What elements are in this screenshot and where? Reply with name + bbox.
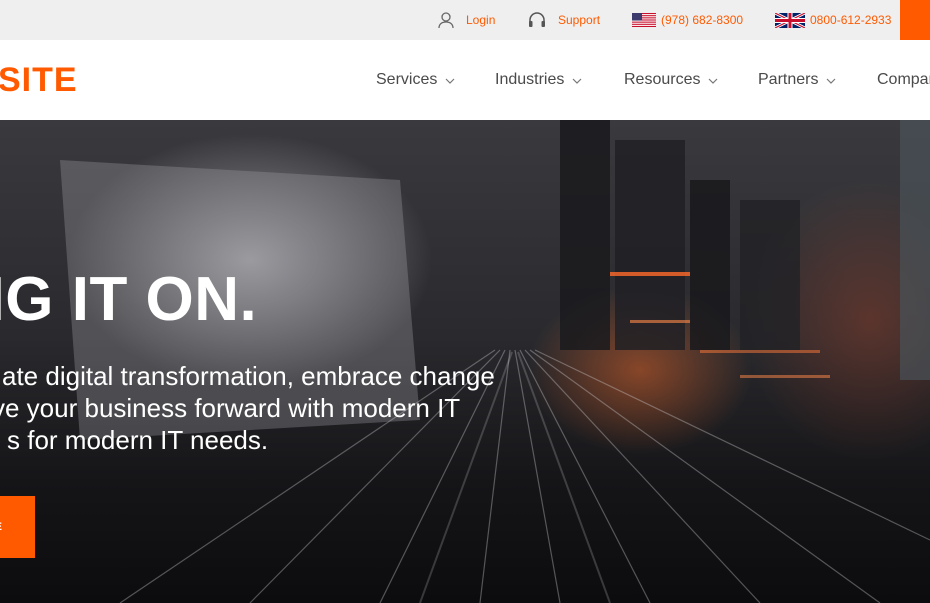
main-header: SITE Services Industries Resources Partn… [0,40,930,120]
site-logo[interactable]: SITE [0,62,78,98]
support-label: Support [558,13,601,27]
uk-flag-icon [775,12,805,28]
hero-banner: NG IT ON. ate digital transformation, em… [0,120,930,603]
phone-uk-number: 0800-612-2933 [810,13,892,27]
phone-us-link[interactable]: (978) 682-8300 [632,0,743,40]
hero-cta-label: E [0,521,2,533]
nav-company-label: Compar [877,71,930,88]
chevron-down-icon [826,71,836,89]
hero-subtitle-line: ate digital transformation, embrace chan… [2,361,495,391]
phone-uk-link[interactable]: 0800-612-2933 [775,0,891,40]
nav-resources[interactable]: Resources [624,40,718,120]
top-utility-bar: Login Support (978) 682-8300 0800-612-29… [0,0,930,40]
nav-services[interactable]: Services [376,40,455,120]
nav-resources-label: Resources [624,71,701,88]
chevron-down-icon [445,71,455,89]
phone-us-number: (978) 682-8300 [661,13,744,27]
headset-icon [527,11,547,29]
nav-services-label: Services [376,71,438,88]
top-accent-button[interactable] [900,0,930,40]
nav-partners[interactable]: Partners [758,40,836,120]
nav-industries-label: Industries [495,71,565,88]
support-link[interactable]: Support [527,0,600,40]
nav-partners-label: Partners [758,71,819,88]
nav-industries[interactable]: Industries [495,40,582,120]
hero-subtitle-line: s for modern IT needs. [7,425,269,455]
hero-title: NG IT ON. [0,265,258,334]
login-link[interactable]: Login [437,0,495,40]
nav-company[interactable]: Compar [877,40,930,120]
hero-cta-button[interactable]: E [0,496,35,558]
hero-subtitle-line: ve your business forward with modern IT [0,393,461,423]
user-icon [437,11,455,29]
chevron-down-icon [708,71,718,89]
chevron-down-icon [572,71,582,89]
us-flag-icon [632,13,656,27]
login-label: Login [466,13,496,27]
